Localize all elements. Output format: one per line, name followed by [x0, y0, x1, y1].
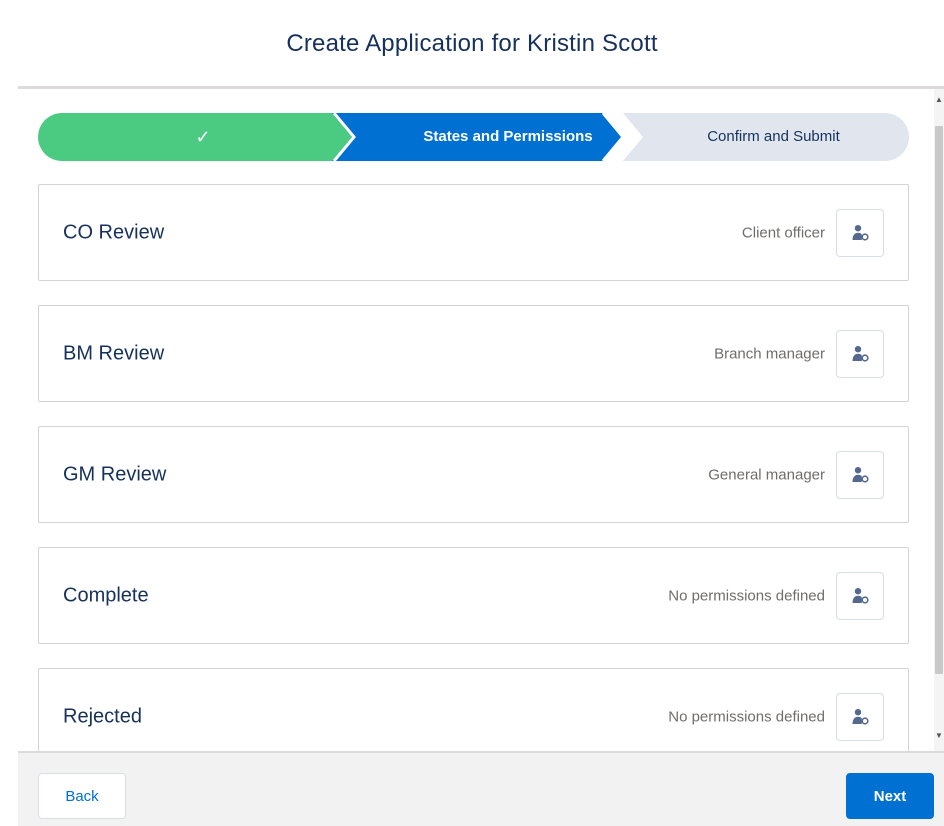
- state-permission-label: No permissions defined: [668, 708, 825, 725]
- state-permission-label: General manager: [708, 466, 825, 483]
- user-settings-icon: [852, 345, 869, 362]
- path-step-complete-check-icon[interactable]: ✓: [38, 113, 368, 161]
- modal-title: Create Application for Kristin Scott: [286, 30, 658, 57]
- state-name: GM Review: [63, 463, 167, 485]
- state-permission-label: Branch manager: [714, 345, 825, 362]
- state-card-bm-review: BM Review Branch manager: [38, 305, 909, 402]
- state-name: Rejected: [63, 705, 142, 727]
- path-step-states-and-permissions[interactable]: States and Permissions: [368, 113, 648, 161]
- path-progress: ✓ States and Permissions Confirm and Sub…: [38, 113, 909, 161]
- scroll-up-arrow[interactable]: ▲: [934, 95, 944, 104]
- state-card-gm-review: GM Review General manager: [38, 426, 909, 523]
- state-permission-label: Client officer: [741, 224, 825, 241]
- edit-permissions-button[interactable]: [836, 329, 884, 378]
- user-settings-icon: [852, 224, 869, 241]
- state-name: CO Review: [63, 221, 165, 243]
- edit-permissions-button[interactable]: [836, 692, 884, 741]
- state-permission-label: No permissions defined: [668, 587, 825, 604]
- state-name: BM Review: [63, 342, 165, 364]
- state-name: Complete: [63, 584, 149, 606]
- modal-footer: [18, 751, 944, 826]
- edit-permissions-button[interactable]: [836, 450, 884, 499]
- scroll-down-arrow[interactable]: ▼: [934, 731, 944, 740]
- user-settings-icon: [852, 587, 869, 604]
- edit-permissions-button[interactable]: [836, 571, 884, 620]
- user-settings-icon: [852, 466, 869, 483]
- state-card-complete: Complete No permissions defined: [38, 547, 909, 644]
- path-step-confirm-and-submit[interactable]: Confirm and Submit: [638, 113, 909, 161]
- scrollbar-thumb[interactable]: [935, 126, 943, 674]
- user-settings-icon: [852, 708, 869, 725]
- state-card-co-review: CO Review Client officer: [38, 184, 909, 281]
- next-button[interactable]: Next: [846, 773, 934, 819]
- back-button[interactable]: Back: [38, 773, 126, 819]
- edit-permissions-button[interactable]: [836, 208, 884, 257]
